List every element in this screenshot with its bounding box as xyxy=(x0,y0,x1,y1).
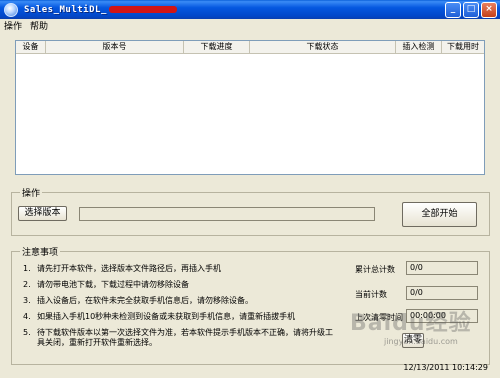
status-datetime: 12/13/2011 10:14:29 xyxy=(403,363,488,372)
baidu-watermark: Baidu经验 xyxy=(350,311,472,336)
column-progress[interactable]: 下载进度 xyxy=(184,41,250,53)
current-count-label: 当前计数 xyxy=(355,290,387,299)
baidu-watermark-url: jingyan.baidu.com xyxy=(384,337,458,346)
main-window: Sales_MultiDL_ _ □ × 操作 帮助 设备 版本号 下载进度 下… xyxy=(0,0,500,378)
close-icon[interactable]: × xyxy=(481,2,497,18)
maximize-icon[interactable]: □ xyxy=(463,2,479,18)
note-item: 1. 请先打开本软件，选择版本文件路径后，再插入手机 xyxy=(23,264,221,273)
note-item: 2. 请勿带电池下载，下载过程中请勿移除设备 xyxy=(23,280,189,289)
menu-operate[interactable]: 操作 xyxy=(0,19,26,32)
title-bar[interactable]: Sales_MultiDL_ _ □ × xyxy=(0,0,500,19)
window-controls: _ □ × xyxy=(445,2,497,18)
window-title: Sales_MultiDL_ xyxy=(24,4,107,15)
current-count-value: 0/0 xyxy=(406,286,478,300)
menu-help[interactable]: 帮助 xyxy=(26,19,52,32)
notes-list: 1. 请先打开本软件，选择版本文件路径后，再插入手机 2. 请勿带电池下载，下载… xyxy=(23,264,333,354)
column-status[interactable]: 下载状态 xyxy=(250,41,396,53)
column-insert-detect[interactable]: 插入检测 xyxy=(396,41,442,53)
column-duration[interactable]: 下载用时 xyxy=(442,41,484,53)
total-count-label: 累计总计数 xyxy=(355,265,395,274)
minimize-icon[interactable]: _ xyxy=(445,2,461,18)
column-device[interactable]: 设备 xyxy=(16,41,46,53)
device-list[interactable]: 设备 版本号 下载进度 下载状态 插入检测 下载用时 xyxy=(15,40,485,175)
app-icon xyxy=(4,2,18,17)
redacted-title-suffix xyxy=(108,6,177,13)
column-version[interactable]: 版本号 xyxy=(46,41,184,53)
notes-group-label: 注意事项 xyxy=(20,245,61,258)
device-list-header: 设备 版本号 下载进度 下载状态 插入检测 下载用时 xyxy=(16,41,484,54)
note-item: 4. 如果插入手机10秒种未检测到设备或未获取到手机信息，请重新插拔手机 xyxy=(23,312,296,321)
note-item: 5. 待下载软件版本以第一次选择文件为准，若本软件提示手机版本不正确，请将升级工… xyxy=(23,328,333,347)
version-path-field[interactable] xyxy=(79,207,375,221)
operation-group-label: 操作 xyxy=(20,186,43,199)
note-item: 3. 插入设备后，在软件未完全获取手机信息后，请勿移除设备。 xyxy=(23,296,253,305)
menu-bar: 操作 帮助 xyxy=(0,19,500,32)
select-version-button[interactable]: 选择版本 xyxy=(18,206,67,221)
total-count-value: 0/0 xyxy=(406,261,478,275)
start-all-button[interactable]: 全部开始 xyxy=(402,202,477,227)
